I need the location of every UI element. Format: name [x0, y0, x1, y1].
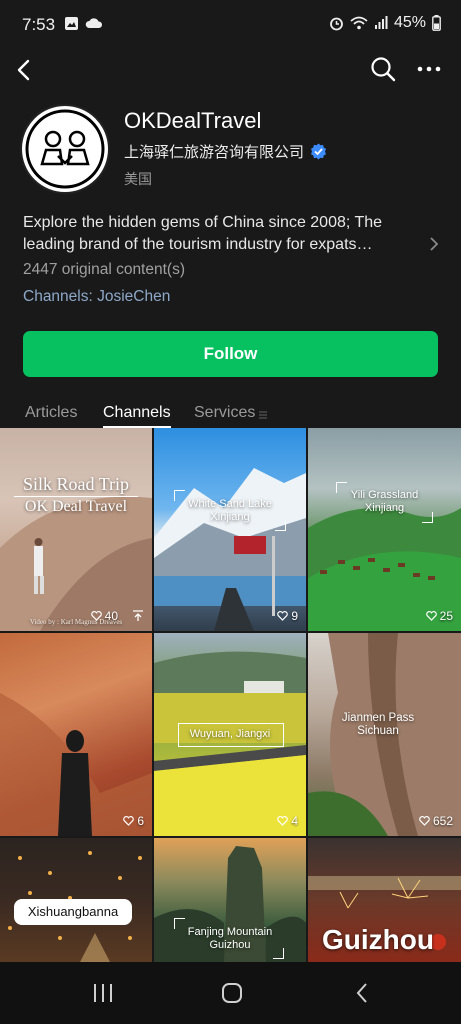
likes-value: 4: [291, 814, 298, 828]
profile-bio[interactable]: Explore the hidden gems of China since 2…: [23, 212, 403, 256]
system-nav-bar: [0, 962, 461, 1024]
mountain-person-image: [0, 693, 152, 836]
cloud-icon: [85, 18, 103, 28]
bio-line-1: Explore the hidden gems of China since 2…: [23, 214, 383, 231]
wifi-icon: [350, 16, 368, 29]
tile-caption: Guizhou: [322, 924, 434, 955]
tile-caption: Xishuangbanna: [27, 904, 119, 919]
channel-tile[interactable]: White Sand Lake Xinjiang 9: [154, 428, 306, 631]
likes-value: 652: [432, 814, 453, 828]
logo-icon: [25, 109, 105, 189]
signal-icon: [374, 16, 388, 29]
profile-tabs: Articles Channels Services: [0, 400, 461, 428]
tile-credit: Video by : Karl Magnus Dreaves: [29, 618, 123, 626]
alarm-icon: [330, 17, 343, 30]
tile-caption-subtitle: OK Deal Travel: [24, 498, 128, 515]
channels-link[interactable]: Channels: JosieChen: [23, 288, 170, 306]
likes-count: 40: [90, 609, 118, 623]
likes-count: 652: [419, 814, 453, 828]
channel-tile[interactable]: 6: [0, 633, 152, 836]
heart-icon: [277, 816, 289, 826]
likes-count: 4: [277, 814, 298, 828]
search-icon[interactable]: [368, 54, 398, 84]
heart-icon: [419, 816, 430, 826]
status-time: 7:53: [22, 15, 56, 34]
status-bar: 7:53 45%: [0, 0, 461, 52]
verified-icon: [311, 143, 327, 160]
avatar[interactable]: [20, 104, 110, 194]
battery-icon: [432, 15, 441, 31]
content-count: 2447 original content(s): [23, 261, 185, 278]
follow-button[interactable]: Follow: [23, 331, 438, 377]
top-nav: [0, 52, 461, 98]
services-menu-icon: [259, 411, 267, 419]
likes-count: 25: [425, 609, 453, 623]
tile-caption: Wuyuan, Jiangxi: [189, 728, 271, 740]
heart-icon: [277, 611, 289, 621]
chevron-right-icon[interactable]: [427, 236, 441, 252]
channel-tile[interactable]: Wuyuan, Jiangxi 4: [154, 633, 306, 836]
tile-caption: Yili Grassland Xinjiang: [350, 489, 419, 514]
bio-line-2: leading brand of the tourism industry fo…: [23, 236, 373, 253]
tab-services[interactable]: Services: [194, 404, 255, 422]
channel-tile[interactable]: Xishuangbanna: [0, 838, 152, 962]
tile-caption: Jianmen Pass Sichuan: [341, 712, 415, 737]
channels-grid: Silk Road Trip OK Deal Travel Video by :…: [0, 428, 461, 962]
share-icon[interactable]: [132, 610, 144, 622]
channel-tile[interactable]: Guizhou: [308, 838, 461, 962]
channel-tile[interactable]: Jianmen Pass Sichuan 652: [308, 633, 461, 836]
profile-name: OKDealTravel: [124, 108, 262, 133]
recent-apps-icon[interactable]: [92, 982, 114, 1004]
channel-tile[interactable]: Fanjing Mountain Guizhou: [154, 838, 306, 962]
grassland-image: [308, 508, 461, 631]
company-label: 上海驿仁旅游咨询有限公司: [124, 144, 305, 161]
heart-icon: [123, 816, 135, 826]
likes-value: 9: [291, 609, 298, 623]
country-label: 美国: [124, 171, 152, 187]
tile-caption-title: Silk Road Trip: [22, 474, 130, 494]
more-icon[interactable]: [414, 54, 444, 84]
back-icon[interactable]: [352, 982, 374, 1004]
back-arrow-icon[interactable]: [10, 55, 40, 85]
tab-articles[interactable]: Articles: [25, 404, 77, 422]
gallery-icon: [65, 17, 78, 30]
desert-image: [0, 496, 152, 631]
likes-value: 6: [137, 814, 144, 828]
company-name: 上海驿仁旅游咨询有限公司: [124, 141, 327, 162]
tab-channels[interactable]: Channels: [103, 404, 171, 422]
channel-tile[interactable]: Silk Road Trip OK Deal Travel Video by :…: [0, 428, 152, 631]
likes-value: 25: [439, 609, 453, 623]
likes-count: 9: [277, 609, 298, 623]
likes-count: 6: [123, 814, 144, 828]
likes-value: 40: [104, 609, 118, 623]
tile-caption: White Sand Lake Xinjiang: [188, 498, 272, 523]
home-icon[interactable]: [221, 982, 243, 1004]
heart-icon: [90, 611, 102, 621]
heart-icon: [425, 611, 437, 621]
channel-tile[interactable]: Yili Grassland Xinjiang 25: [308, 428, 461, 631]
caption-divider: [14, 496, 138, 497]
tile-caption: Fanjing Mountain Guizhou: [187, 926, 273, 951]
battery-level: 45%: [393, 14, 426, 31]
